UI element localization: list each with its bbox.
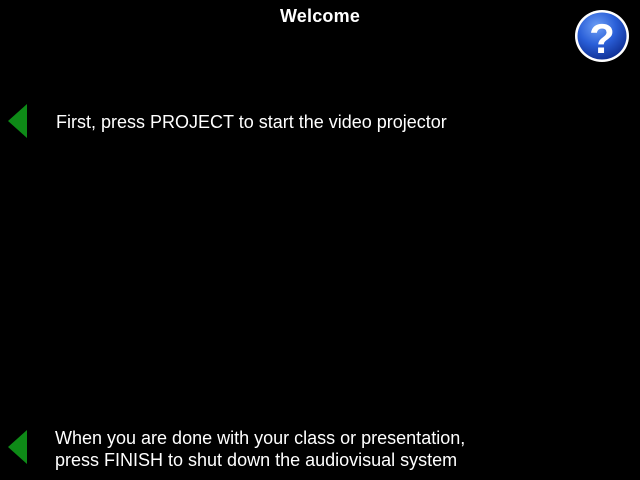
help-glyph: ? xyxy=(589,15,615,62)
finish-instruction: When you are done with your class or pre… xyxy=(55,427,465,471)
help-question-icon: ? xyxy=(575,10,629,62)
project-arrow-button[interactable] xyxy=(8,104,27,138)
help-button[interactable]: ? xyxy=(574,9,630,63)
finish-arrow-button[interactable] xyxy=(8,430,27,464)
finish-instruction-line-2: press FINISH to shut down the audiovisua… xyxy=(55,450,458,470)
finish-instruction-line-1: When you are done with your class or pre… xyxy=(55,428,466,448)
page-title: Welcome xyxy=(279,6,361,26)
project-instruction: First, press PROJECT to start the video … xyxy=(56,112,447,132)
